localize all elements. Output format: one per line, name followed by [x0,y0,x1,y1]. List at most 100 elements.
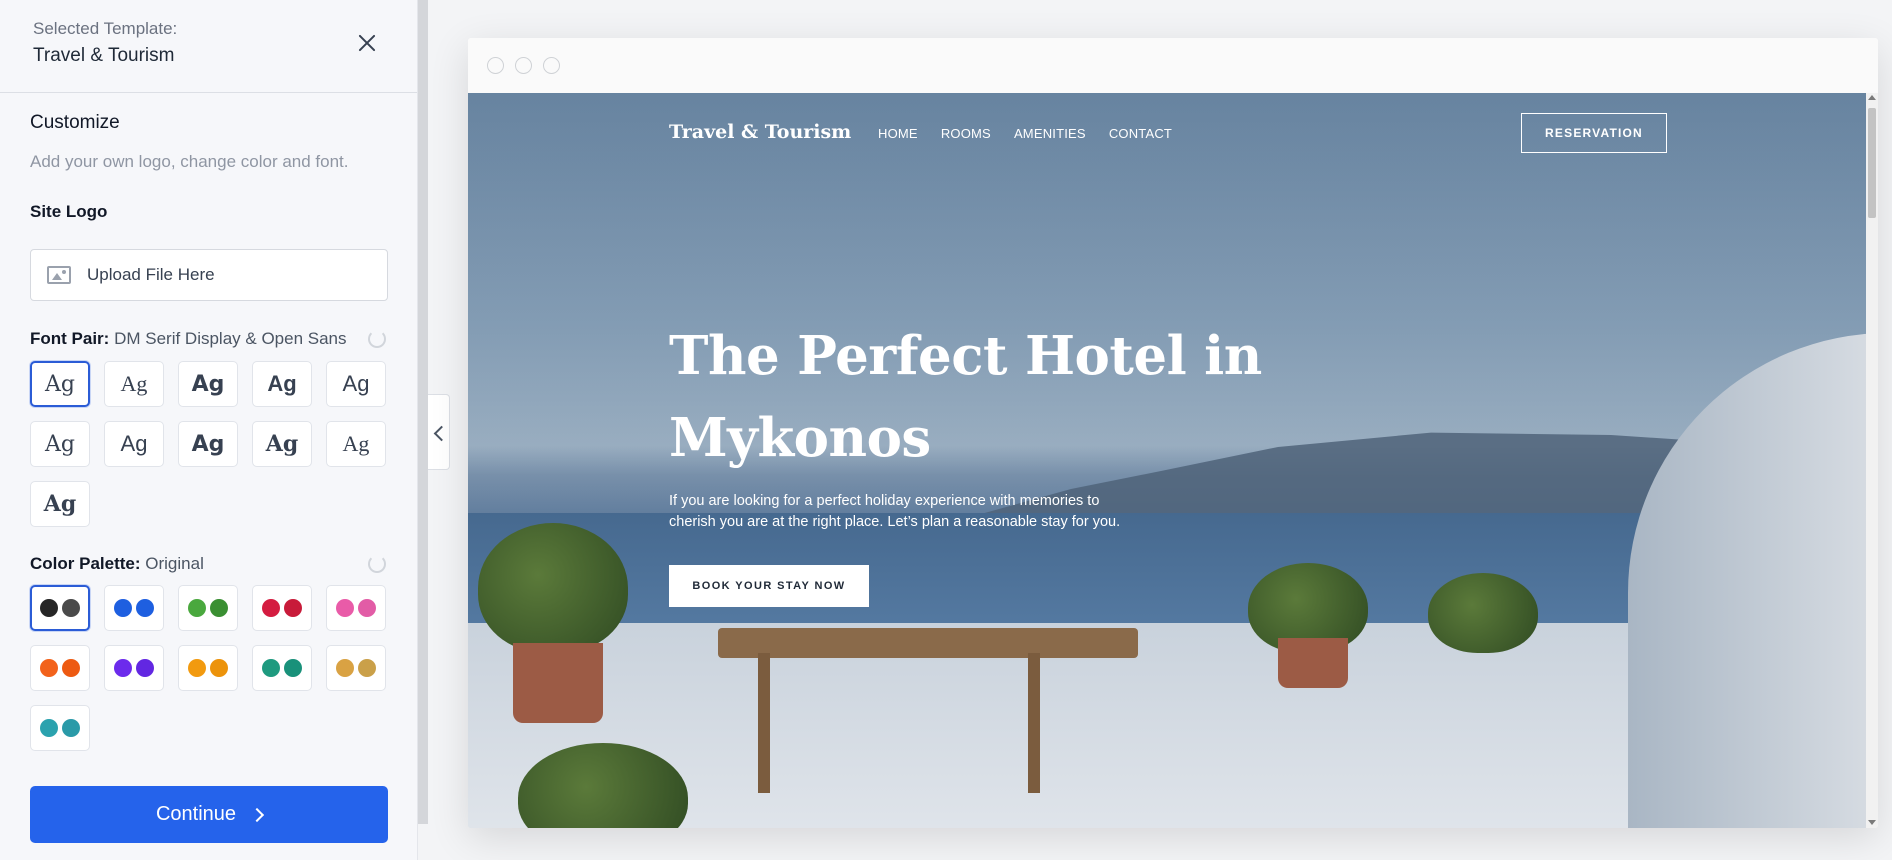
color-swatch [284,599,302,617]
color-swatch [210,599,228,617]
font-sample: Ag [43,491,77,517]
chevron-right-icon [249,807,265,822]
preview-window: Travel & Tourism HOME ROOMS AMENITIES CO… [468,38,1878,828]
font-sample: Ag [267,371,297,396]
font-pair-option[interactable]: Ag [30,481,90,527]
scrollbar-thumb[interactable] [1868,108,1876,218]
color-palette-option[interactable] [178,645,238,691]
scroll-up-icon[interactable] [1868,95,1876,100]
color-palette-value: Original [145,554,204,573]
image-icon [47,266,71,284]
color-palette-option[interactable] [252,645,312,691]
continue-button[interactable]: Continue [30,786,388,843]
upload-label: Upload File Here [87,265,215,284]
color-palette-option[interactable] [178,585,238,631]
nav-amenities[interactable]: AMENITIES [1014,126,1086,141]
font-pair-value: DM Serif Display & Open Sans [114,329,347,348]
color-swatch [358,599,376,617]
sidebar-scrollbar[interactable] [418,0,428,824]
continue-label: Continue [155,803,237,825]
font-pair-heading: Font Pair: DM Serif Display & Open Sans [30,329,347,349]
color-palette-heading: Color Palette: Original [30,554,204,574]
color-swatch [62,659,80,677]
color-palette-option[interactable] [326,645,386,691]
hero-background-pot [1278,638,1348,688]
hero-title: The Perfect Hotel in Mykonos [669,325,1262,469]
site-menu: HOME ROOMS AMENITIES CONTACT [878,126,1172,141]
site-preview: Travel & Tourism HOME ROOMS AMENITIES CO… [468,93,1866,828]
color-swatch [188,659,206,677]
hero-background-plant [1428,573,1538,653]
font-sample: Ag [45,371,75,397]
color-palette-option[interactable] [326,585,386,631]
color-swatch [114,599,132,617]
scroll-down-icon[interactable] [1868,820,1876,825]
font-pair-option[interactable]: Ag [30,361,90,407]
upload-logo-button[interactable]: Upload File Here [30,249,388,301]
color-swatch [136,599,154,617]
font-pair-option[interactable]: Ag [178,361,238,407]
color-palette-option[interactable] [104,645,164,691]
font-sample: Ag [45,431,75,457]
collapse-sidebar-button[interactable] [428,394,450,470]
font-pair-option[interactable]: Ag [104,361,164,407]
color-swatch [62,599,80,617]
color-swatch [262,599,280,617]
window-dot-icon [543,57,560,74]
font-sample: Ag [265,431,299,457]
font-pair-option[interactable]: Ag [104,421,164,467]
color-palette-option[interactable] [30,705,90,751]
color-swatch [136,659,154,677]
color-swatch [40,599,58,617]
site-brand[interactable]: Travel & Tourism [669,121,851,143]
site-header: Travel & Tourism HOME ROOMS AMENITIES CO… [468,93,1866,173]
font-pair-option[interactable]: Ag [178,421,238,467]
color-swatch [40,659,58,677]
customizer-sidebar: Selected Template: Travel & Tourism Cust… [0,0,418,860]
nav-contact[interactable]: CONTACT [1109,126,1172,141]
book-stay-button[interactable]: BOOK YOUR STAY NOW [669,565,869,607]
font-pair-option[interactable]: Ag [326,421,386,467]
color-swatch [40,719,58,737]
site-logo-heading: Site Logo [30,202,108,221]
hero-background-plant [478,523,628,653]
font-sample: Ag [191,371,225,397]
color-palette-option[interactable] [30,645,90,691]
font-pair-option[interactable]: Ag [252,421,312,467]
font-pair-option[interactable]: Ag [30,421,90,467]
color-palette-option[interactable] [30,585,90,631]
color-palette-option[interactable] [104,585,164,631]
font-pair-label: Font Pair: [30,329,110,348]
color-swatch [114,659,132,677]
color-swatch [262,659,280,677]
color-swatch [284,659,302,677]
reservation-button[interactable]: RESERVATION [1521,113,1667,153]
color-swatch [336,659,354,677]
font-pair-option[interactable]: Ag [326,361,386,407]
window-dot-icon [487,57,504,74]
hero-background-table-leg [758,653,770,793]
close-icon[interactable] [354,30,380,56]
nav-home[interactable]: HOME [878,126,918,141]
font-sample: Ag [120,431,148,456]
refresh-font-icon[interactable] [368,330,386,348]
customize-heading: Customize [30,112,120,133]
color-swatch [358,659,376,677]
font-sample: Ag [342,371,370,396]
hero-subtitle: If you are looking for a perfect holiday… [669,493,1121,530]
window-dot-icon [515,57,532,74]
color-swatch [62,719,80,737]
font-pair-option[interactable]: Ag [252,361,312,407]
hero-background-table [718,628,1138,658]
nav-rooms[interactable]: ROOMS [941,126,991,141]
font-sample: Ag [120,371,148,396]
color-palette-label: Color Palette: [30,554,141,573]
color-swatch [210,659,228,677]
refresh-palette-icon[interactable] [368,555,386,573]
font-sample: Ag [342,431,370,456]
hero-background-wall [1628,333,1866,828]
color-swatch [336,599,354,617]
color-palette-option[interactable] [252,585,312,631]
hero-background-table-leg [1028,653,1040,793]
preview-scrollbar[interactable] [1866,93,1878,828]
